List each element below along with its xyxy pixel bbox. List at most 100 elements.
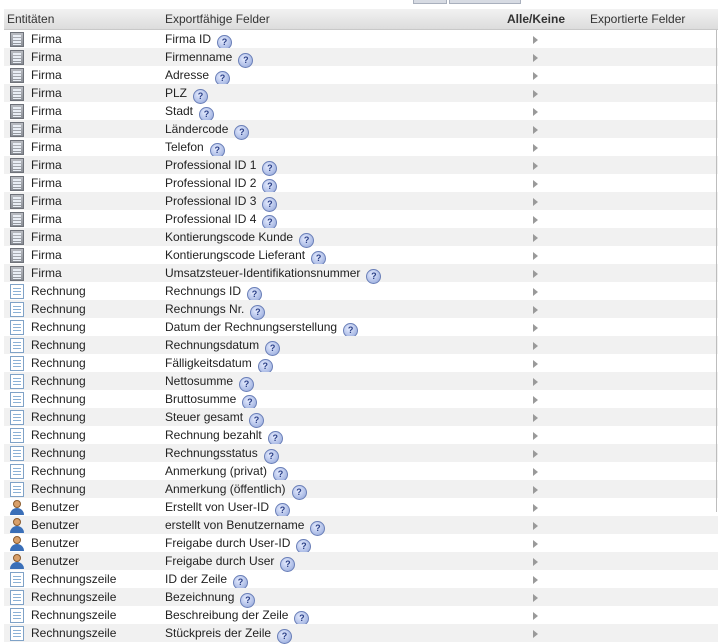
table-row[interactable]: Firma Professional ID 1? xyxy=(4,156,718,176)
tab-stub[interactable] xyxy=(449,0,521,4)
table-row[interactable]: Rechnung Anmerkung (privat)? xyxy=(4,462,718,482)
table-row[interactable]: Benutzer Freigabe durch User-ID? xyxy=(4,534,718,554)
invoice-icon xyxy=(10,302,24,317)
invoice-icon xyxy=(10,464,24,479)
table-row[interactable]: Firma Firmenname? xyxy=(4,48,718,68)
table-row[interactable]: Firma Professional ID 3? xyxy=(4,192,718,212)
add-field-arrow-icon[interactable] xyxy=(533,234,538,242)
add-field-arrow-icon[interactable] xyxy=(533,612,538,620)
add-field-arrow-icon[interactable] xyxy=(533,72,538,80)
field-name: Telefon xyxy=(165,140,204,154)
field-name: Bezeichnung xyxy=(165,590,235,604)
help-icon[interactable]: ? xyxy=(277,629,293,644)
add-field-arrow-icon[interactable] xyxy=(533,288,538,296)
add-field-arrow-icon[interactable] xyxy=(533,360,538,368)
table-row[interactable]: Rechnung Rechnung bezahlt? xyxy=(4,426,718,446)
top-edge xyxy=(0,0,720,4)
add-field-arrow-icon[interactable] xyxy=(533,36,538,44)
tab-stub[interactable] xyxy=(413,0,447,4)
table-row[interactable]: Rechnungszeile ID der Zeile? xyxy=(4,570,718,590)
add-field-arrow-icon[interactable] xyxy=(533,144,538,152)
add-field-arrow-icon[interactable] xyxy=(533,378,538,386)
add-field-arrow-icon[interactable] xyxy=(533,108,538,116)
entity-label: Firma xyxy=(31,50,62,64)
entity-label: Benutzer xyxy=(31,536,80,550)
add-field-arrow-icon[interactable] xyxy=(533,414,538,422)
entity-label: Rechnung xyxy=(31,428,86,442)
table-row[interactable]: Rechnung Anmerkung (öffentlich)? xyxy=(4,480,718,500)
company-icon xyxy=(10,230,24,245)
table-row[interactable]: Rechnung Rechnungsstatus? xyxy=(4,444,718,464)
entity-label: Firma xyxy=(31,248,62,262)
table-row[interactable]: Firma PLZ? xyxy=(4,84,718,104)
table-row[interactable]: Firma Umsatzsteuer-Identifikationsnummer? xyxy=(4,264,718,284)
company-icon xyxy=(10,68,24,83)
field-name: Professional ID 1 xyxy=(165,158,257,172)
add-field-arrow-icon[interactable] xyxy=(533,90,538,98)
entity-label: Firma xyxy=(31,140,62,154)
table-row[interactable]: Firma Ländercode? xyxy=(4,120,718,140)
table-row[interactable]: Rechnung Bruttosumme? xyxy=(4,390,718,410)
table-row[interactable]: Rechnung Rechnungs Nr.? xyxy=(4,300,718,320)
table-row[interactable]: Rechnung Fälligkeitsdatum? xyxy=(4,354,718,374)
add-field-arrow-icon[interactable] xyxy=(533,396,538,404)
table-row[interactable]: Rechnung Steuer gesamt? xyxy=(4,408,718,428)
entity-label: Rechnung xyxy=(31,464,86,478)
table-row[interactable]: Firma Professional ID 4? xyxy=(4,210,718,230)
field-name: Freigabe durch User-ID xyxy=(165,536,291,550)
field-name: Kontierungscode Kunde xyxy=(165,230,294,244)
add-field-arrow-icon[interactable] xyxy=(533,468,538,476)
add-field-arrow-icon[interactable] xyxy=(533,216,538,224)
entity-label: Firma xyxy=(31,176,62,190)
add-field-arrow-icon[interactable] xyxy=(533,180,538,188)
table-row[interactable]: Firma Kontierungscode Kunde? xyxy=(4,228,718,248)
field-name: Erstellt von User-ID xyxy=(165,500,270,514)
add-field-arrow-icon[interactable] xyxy=(533,540,538,548)
add-field-arrow-icon[interactable] xyxy=(533,504,538,512)
table-row[interactable]: Benutzer Erstellt von User-ID? xyxy=(4,498,718,518)
entity-label: Rechnung xyxy=(31,482,86,496)
table-row[interactable]: Firma Firma ID? xyxy=(4,30,718,50)
add-field-arrow-icon[interactable] xyxy=(533,54,538,62)
table-row[interactable]: Firma Telefon? xyxy=(4,138,718,158)
select-all-none-toggle[interactable]: Alle/Keine xyxy=(507,12,565,26)
table-row[interactable]: Firma Stadt? xyxy=(4,102,718,122)
invoice-line-icon xyxy=(10,572,24,587)
add-field-arrow-icon[interactable] xyxy=(533,306,538,314)
add-field-arrow-icon[interactable] xyxy=(533,162,538,170)
add-field-arrow-icon[interactable] xyxy=(533,450,538,458)
add-field-arrow-icon[interactable] xyxy=(533,198,538,206)
add-field-arrow-icon[interactable] xyxy=(533,594,538,602)
user-icon xyxy=(10,500,24,515)
header-exported-fields[interactable]: Exportierte Felder xyxy=(590,12,685,26)
add-field-arrow-icon[interactable] xyxy=(533,558,538,566)
table-row[interactable]: Rechnungszeile Beschreibung der Zeile? xyxy=(4,606,718,626)
add-field-arrow-icon[interactable] xyxy=(533,522,538,530)
field-name: Steuer gesamt xyxy=(165,410,244,424)
header-exportable-fields[interactable]: Exportfähige Felder xyxy=(165,12,270,26)
table-row[interactable]: Firma Adresse? xyxy=(4,66,718,86)
table-row[interactable]: Rechnungszeile Stückpreis der Zeile? xyxy=(4,624,718,644)
table-row[interactable]: Firma Kontierungscode Lieferant? xyxy=(4,246,718,266)
table-row[interactable]: Rechnungszeile Bezeichnung? xyxy=(4,588,718,608)
add-field-arrow-icon[interactable] xyxy=(533,630,538,638)
add-field-arrow-icon[interactable] xyxy=(533,126,538,134)
table-row[interactable]: Benutzer erstellt von Benutzername? xyxy=(4,516,718,536)
add-field-arrow-icon[interactable] xyxy=(533,486,538,494)
add-field-arrow-icon[interactable] xyxy=(533,252,538,260)
company-icon xyxy=(10,248,24,263)
table-row[interactable]: Benutzer Freigabe durch User? xyxy=(4,552,718,572)
table-row[interactable]: Rechnung Rechnungsdatum? xyxy=(4,336,718,356)
header-entities[interactable]: Entitäten xyxy=(7,12,54,26)
add-field-arrow-icon[interactable] xyxy=(533,324,538,332)
table-row[interactable]: Rechnung Datum der Rechnungserstellung? xyxy=(4,318,718,338)
add-field-arrow-icon[interactable] xyxy=(533,432,538,440)
add-field-arrow-icon[interactable] xyxy=(533,270,538,278)
table-row[interactable]: Rechnung Rechnungs ID? xyxy=(4,282,718,302)
entity-label: Rechnungszeile xyxy=(31,608,117,622)
table-row[interactable]: Rechnung Nettosumme? xyxy=(4,372,718,392)
add-field-arrow-icon[interactable] xyxy=(533,576,538,584)
table-row[interactable]: Firma Professional ID 2? xyxy=(4,174,718,194)
invoice-icon xyxy=(10,356,24,371)
add-field-arrow-icon[interactable] xyxy=(533,342,538,350)
